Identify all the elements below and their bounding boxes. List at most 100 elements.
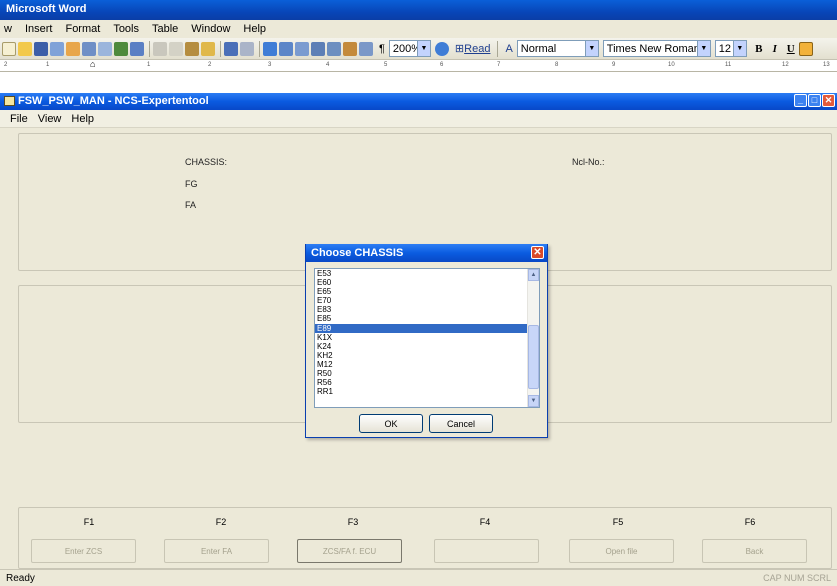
font-size-combo[interactable]: 12 ▼ bbox=[714, 40, 747, 57]
word-standard-toolbar: ¶ 200% ▼ ⊞Read A Normal ▼ Times New Roman ▼… bbox=[0, 38, 837, 60]
minimize-icon[interactable]: _ bbox=[794, 94, 807, 107]
redo-icon[interactable] bbox=[240, 41, 254, 56]
email-icon[interactable] bbox=[66, 41, 80, 56]
chassis-list-item[interactable]: R50 bbox=[315, 369, 528, 378]
font-combo[interactable]: Times New Roman ▼ bbox=[602, 40, 711, 57]
word-title-bar: Microsoft Word bbox=[0, 0, 837, 20]
chassis-list-item[interactable]: E53 bbox=[315, 269, 528, 278]
dialog-close-icon[interactable]: ✕ bbox=[531, 246, 544, 259]
word-menu-tools[interactable]: Tools bbox=[113, 23, 139, 35]
chassis-list-item[interactable]: RR1 bbox=[315, 387, 528, 396]
permission-icon[interactable] bbox=[50, 41, 64, 56]
columns-icon[interactable] bbox=[327, 41, 341, 56]
fg-label: FG bbox=[185, 179, 198, 189]
print-icon[interactable] bbox=[82, 41, 96, 56]
zcs-fa-ecu-button[interactable]: ZCS/FA f. ECU bbox=[297, 539, 402, 563]
scrollbar-thumb[interactable] bbox=[528, 325, 539, 389]
listbox-scrollbar[interactable]: ▲ ▼ bbox=[527, 269, 539, 407]
dialog-title: Choose CHASSIS bbox=[311, 247, 404, 259]
word-menu-window[interactable]: Window bbox=[191, 23, 230, 35]
read-button[interactable]: ⊞Read bbox=[455, 42, 491, 55]
ncs-menu-bar: File View Help bbox=[0, 110, 837, 128]
ruler-number: 2 bbox=[208, 62, 212, 68]
scroll-down-icon[interactable]: ▼ bbox=[528, 395, 539, 407]
paste-icon[interactable] bbox=[185, 41, 199, 56]
menu-file[interactable]: File bbox=[10, 113, 28, 125]
open-file-button[interactable]: Open file bbox=[569, 539, 674, 563]
close-icon[interactable]: ✕ bbox=[822, 94, 835, 107]
spelling-icon[interactable] bbox=[114, 41, 128, 56]
word-document-area bbox=[0, 72, 837, 93]
chassis-list-item[interactable]: M12 bbox=[315, 360, 528, 369]
f1-label: F1 bbox=[83, 517, 95, 527]
enter-zcs-button[interactable]: Enter ZCS bbox=[31, 539, 136, 563]
copy-icon[interactable] bbox=[169, 41, 183, 56]
drawing-icon[interactable] bbox=[343, 41, 357, 56]
back-button[interactable]: Back bbox=[702, 539, 807, 563]
nrl-number-label: Ncl-No.: bbox=[572, 157, 605, 167]
toolbar-separator bbox=[497, 40, 499, 57]
f3-label: F3 bbox=[347, 517, 359, 527]
styles-icon[interactable]: A bbox=[505, 43, 512, 55]
chassis-list-item[interactable]: E83 bbox=[315, 305, 528, 314]
save-icon[interactable] bbox=[34, 41, 48, 56]
menu-view[interactable]: View bbox=[38, 113, 62, 125]
toolbar-separator bbox=[149, 40, 150, 57]
chassis-label: CHASSIS: bbox=[185, 157, 228, 167]
undo-icon[interactable] bbox=[224, 41, 238, 56]
italic-button[interactable]: I bbox=[767, 43, 783, 55]
cut-icon[interactable] bbox=[153, 41, 167, 56]
insert-table-icon[interactable] bbox=[295, 41, 309, 56]
zoom-combo[interactable]: 200% ▼ bbox=[388, 40, 431, 57]
f5-label: F5 bbox=[612, 517, 624, 527]
ruler-indent-marker[interactable]: ⌂ bbox=[90, 60, 95, 69]
insert-excel-icon[interactable] bbox=[311, 41, 325, 56]
chassis-list-item[interactable]: E89 bbox=[315, 323, 528, 333]
chassis-list-item[interactable]: E70 bbox=[315, 296, 528, 305]
chassis-list-item[interactable]: KH2 bbox=[315, 351, 528, 360]
status-bar: Ready CAP NUM SCRL bbox=[0, 569, 837, 586]
cancel-button[interactable]: Cancel bbox=[429, 414, 493, 433]
document-map-icon[interactable] bbox=[359, 41, 373, 56]
chassis-listbox[interactable]: E53 E60 E65 E70 E83 E85 E89 K1X K24 KH2 … bbox=[314, 268, 540, 408]
print-preview-icon[interactable] bbox=[98, 41, 112, 56]
chassis-list-item[interactable]: K1X bbox=[315, 333, 528, 342]
open-folder-icon[interactable] bbox=[18, 41, 32, 56]
ok-button[interactable]: OK bbox=[359, 414, 423, 433]
ruler-number: 9 bbox=[612, 62, 616, 68]
chassis-list-item[interactable]: R56 bbox=[315, 378, 528, 387]
format-painter-icon[interactable] bbox=[201, 41, 215, 56]
chassis-list-item[interactable]: E65 bbox=[315, 287, 528, 296]
underline-button[interactable]: U bbox=[783, 43, 799, 55]
app-icon bbox=[4, 96, 15, 106]
style-combo[interactable]: Normal ▼ bbox=[516, 40, 599, 57]
word-menu-view[interactable]: w bbox=[4, 23, 12, 35]
chassis-list: E53 E60 E65 E70 E83 E85 E89 K1X K24 KH2 … bbox=[315, 269, 528, 396]
ruler-number: 12 bbox=[782, 62, 789, 68]
align-icon[interactable] bbox=[798, 41, 813, 56]
new-document-icon[interactable] bbox=[2, 41, 16, 56]
menu-help[interactable]: Help bbox=[71, 113, 94, 125]
ruler-number: 2 bbox=[4, 62, 8, 68]
chassis-list-item[interactable]: E60 bbox=[315, 278, 528, 287]
f4-button[interactable] bbox=[434, 539, 539, 563]
chassis-list-item[interactable]: E85 bbox=[315, 314, 528, 323]
f4-label: F4 bbox=[479, 517, 491, 527]
bold-button[interactable]: B bbox=[751, 43, 767, 55]
word-menu-format[interactable]: Format bbox=[65, 23, 100, 35]
word-menu-help[interactable]: Help bbox=[243, 23, 266, 35]
word-menu-insert[interactable]: Insert bbox=[25, 23, 53, 35]
chassis-list-item[interactable]: K24 bbox=[315, 342, 528, 351]
enter-fa-button[interactable]: Enter FA bbox=[164, 539, 269, 563]
research-icon[interactable] bbox=[130, 41, 144, 56]
tables-borders-icon[interactable] bbox=[279, 41, 293, 56]
scroll-up-icon[interactable]: ▲ bbox=[528, 269, 539, 281]
ruler-number: 1 bbox=[46, 62, 50, 68]
ncs-title-text: FSW_PSW_MAN - NCS-Expertentool bbox=[18, 95, 209, 107]
restore-icon[interactable]: □ bbox=[808, 94, 821, 107]
fa-label: FA bbox=[185, 200, 197, 210]
hyperlink-icon[interactable] bbox=[263, 41, 277, 56]
help-icon[interactable] bbox=[434, 41, 449, 56]
show-hide-icon[interactable]: ¶ bbox=[379, 43, 385, 55]
word-menu-table[interactable]: Table bbox=[152, 23, 178, 35]
